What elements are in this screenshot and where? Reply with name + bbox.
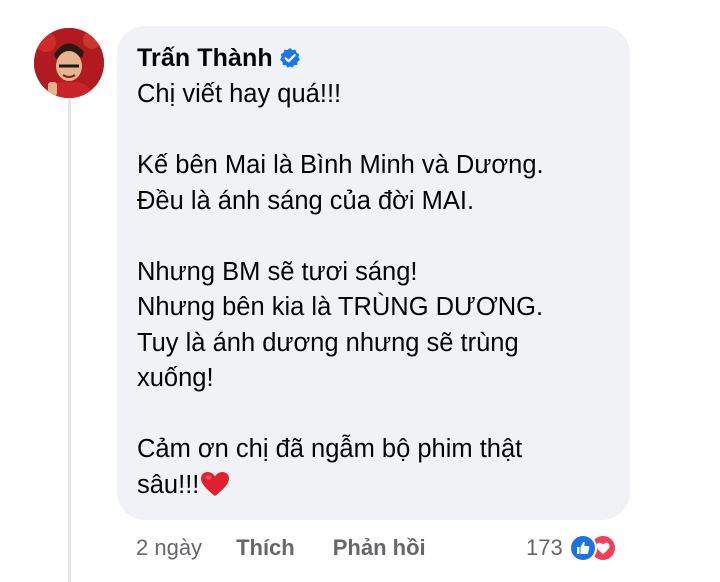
red-heart-emoji-icon <box>200 471 230 497</box>
comment-line: Kế bên Mai là Bình Minh và Dương. <box>137 151 544 179</box>
author-name[interactable]: Trấn Thành <box>137 44 273 73</box>
comment-line: xuống! <box>137 364 214 392</box>
comment-line <box>137 113 612 149</box>
reaction-summary[interactable]: 173 <box>526 532 619 564</box>
reaction-icons <box>568 533 619 563</box>
comment-line: Nhưng bên kia là TRÙNG DƯƠNG. <box>137 293 544 321</box>
comment-line: Chị viết hay quá!!! <box>137 80 342 108</box>
reply-button[interactable]: Phản hồi <box>333 535 426 561</box>
comment-bubble: Trấn Thành Chị viết hay quá!!! Kế bên Ma… <box>117 26 630 520</box>
comment-line-text: sâu!!! <box>137 470 200 499</box>
comment-actions: 2 ngày Thích Phản hồi <box>136 533 464 563</box>
comment-header: Trấn Thành <box>137 40 612 76</box>
comment-line: Nhưng BM sẽ tươi sáng! <box>137 257 418 286</box>
comment-line <box>137 397 612 433</box>
comment-thread: Trấn Thành Chị viết hay quá!!! Kế bên Ma… <box>0 0 720 582</box>
comment-line-last: sâu!!! <box>137 468 612 504</box>
comment-text: Chị viết hay quá!!! Kế bên Mai là Bình M… <box>137 77 612 503</box>
avatar-image <box>34 28 104 98</box>
comment-line: Cảm ơn chị đã ngẫm bộ phim thật <box>137 435 523 463</box>
comment-timestamp[interactable]: 2 ngày <box>136 535 202 561</box>
like-reaction-icon <box>568 534 597 562</box>
comment-line: Đều là ánh sáng của đời MAI. <box>137 186 475 215</box>
avatar[interactable] <box>34 28 104 98</box>
like-button[interactable]: Thích <box>236 535 295 561</box>
reaction-count: 173 <box>526 535 563 560</box>
comment-line: Tuy là ánh dương nhưng sẽ trùng <box>137 328 519 357</box>
thread-connector-line <box>68 98 71 582</box>
verified-badge-icon <box>279 47 301 69</box>
comment-line <box>137 219 612 255</box>
